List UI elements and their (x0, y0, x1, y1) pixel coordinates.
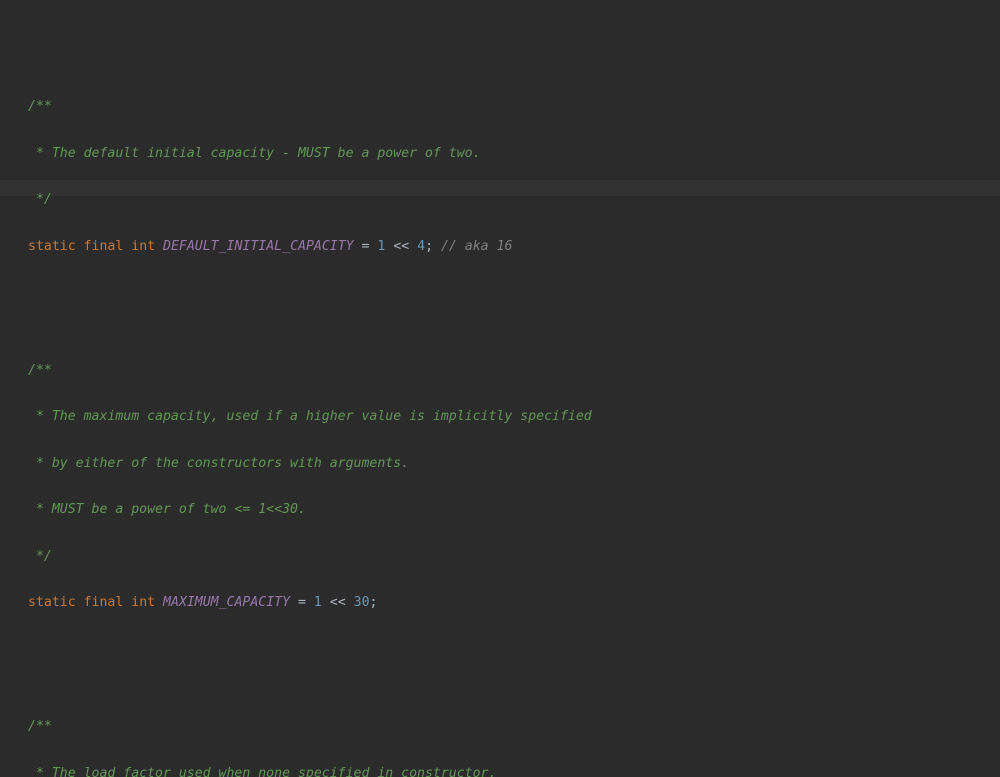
comment: /** (28, 363, 52, 378)
identifier-default-initial-capacity: DEFAULT_INITIAL_CAPACITY (163, 239, 354, 254)
comment-inline: // aka 16 (433, 239, 512, 254)
comment: /** (28, 719, 52, 734)
type-int: int (131, 595, 155, 610)
number: 30 (354, 595, 370, 610)
number: 1 (314, 595, 322, 610)
comment: * by either of the constructors with arg… (28, 456, 409, 471)
operator: << (385, 239, 417, 254)
identifier-maximum-capacity: MAXIMUM_CAPACITY (163, 595, 290, 610)
type-int: int (131, 239, 155, 254)
keyword-static: static (28, 595, 76, 610)
keyword-final: final (84, 239, 124, 254)
comment: * The load factor used when none specifi… (28, 766, 496, 777)
semicolon: ; (425, 239, 433, 254)
comment: * The default initial capacity - MUST be… (28, 146, 481, 161)
operator: = (290, 595, 314, 610)
comment: */ (28, 192, 52, 207)
comment: * MUST be a power of two <= 1<<30. (28, 502, 306, 517)
number: 4 (417, 239, 425, 254)
operator: = (354, 239, 378, 254)
keyword-static: static (28, 239, 76, 254)
keyword-final: final (84, 595, 124, 610)
comment: * The maximum capacity, used if a higher… (28, 409, 592, 424)
comment: /** (28, 99, 52, 114)
semicolon: ; (370, 595, 378, 610)
comment: */ (28, 549, 52, 564)
operator: << (322, 595, 354, 610)
code-editor[interactable]: /** * The default initial capacity - MUS… (0, 0, 1000, 777)
